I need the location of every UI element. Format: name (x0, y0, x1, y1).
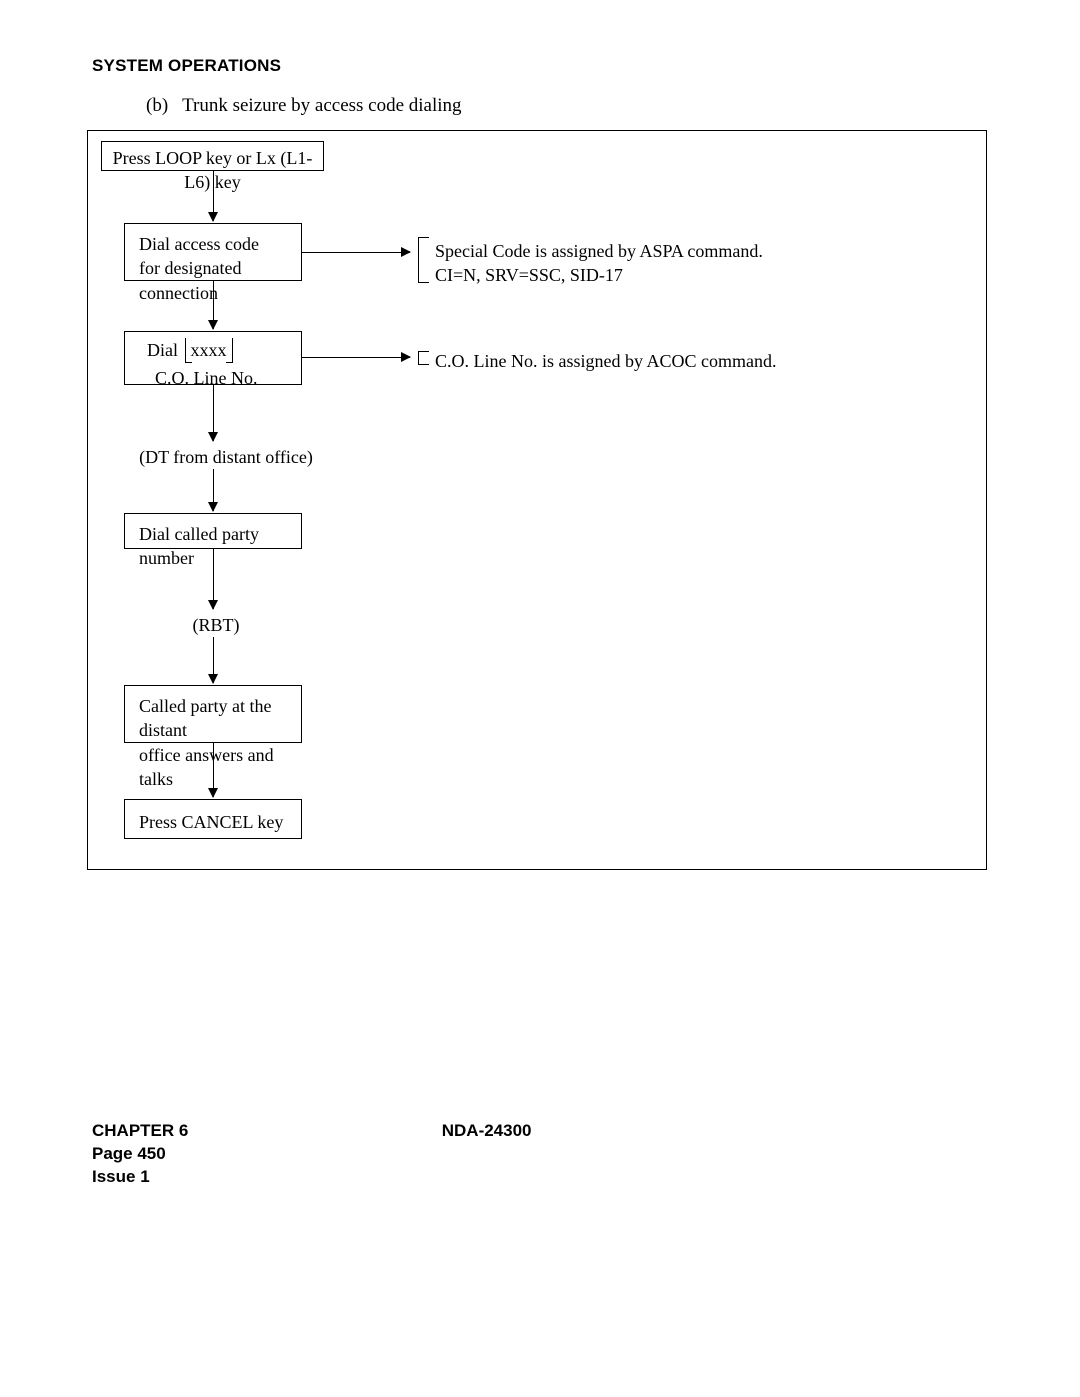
flow-step-dial-called-party: Dial called party number (124, 513, 302, 549)
note-text: Special Code is assigned by ASPA command… (435, 239, 763, 263)
flow-note-aspa: Special Code is assigned by ASPA command… (435, 239, 763, 288)
step-subtext: C.O. Line No. (155, 366, 295, 390)
subsection-letter: (b) (146, 95, 168, 116)
step-text: for designated connection (139, 256, 295, 305)
step-text: Called party at the distant (139, 694, 295, 743)
document-page: SYSTEM OPERATIONS (b) Trunk seizure by a… (0, 0, 1080, 1397)
flow-step-dial-access: Dial access code for designated connecti… (124, 223, 302, 281)
flow-note-acoc: C.O. Line No. is assigned by ACOC comman… (435, 349, 776, 373)
flow-step-press-loop: Press LOOP key or Lx (L1-L6) key (101, 141, 324, 171)
flow-arrow-down (213, 281, 214, 329)
flow-inline-dt: (DT from distant office) (136, 445, 316, 469)
note-text: C.O. Line No. is assigned by ACOC comman… (435, 349, 776, 373)
flow-arrow-right (302, 357, 410, 358)
flow-arrow-right (302, 252, 410, 253)
flow-arrow-down (213, 743, 214, 797)
step-text: Dial (147, 338, 178, 362)
subsection-title: (b) Trunk seizure by access code dialing (146, 95, 462, 117)
flow-step-dial-co-line: Dial xxxx C.O. Line No. (124, 331, 302, 385)
flow-arrow-down (213, 469, 214, 511)
footer-page: Page 450 (92, 1143, 437, 1166)
flow-inline-rbt: (RBT) (136, 613, 296, 637)
flow-arrow-down (213, 171, 214, 221)
footer-issue: Issue 1 (92, 1166, 437, 1189)
flow-arrow-down (213, 549, 214, 609)
flowchart-frame: Press LOOP key or Lx (L1-L6) key Dial ac… (87, 130, 987, 870)
section-header: SYSTEM OPERATIONS (92, 56, 281, 76)
step-text: Dial called party number (139, 522, 301, 571)
page-footer: CHAPTER 6 Page 450 Issue 1 NDA-24300 (92, 1120, 532, 1189)
placeholder-value: xxxx (187, 338, 231, 362)
subsection-text: Trunk seizure by access code dialing (182, 95, 461, 116)
footer-docid: NDA-24300 (442, 1120, 532, 1143)
note-bracket (418, 237, 429, 283)
note-text: CI=N, SRV=SSC, SID-17 (435, 263, 763, 287)
flow-arrow-down (213, 637, 214, 683)
flow-step-press-cancel: Press CANCEL key (124, 799, 302, 839)
footer-chapter: CHAPTER 6 (92, 1120, 437, 1143)
flow-arrow-down (213, 385, 214, 441)
step-text: Press CANCEL key (139, 810, 301, 834)
step-text: office answers and talks (139, 743, 295, 792)
flow-step-called-party-answers: Called party at the distant office answe… (124, 685, 302, 743)
note-bracket (418, 351, 429, 365)
step-text: Dial access code (139, 232, 295, 256)
